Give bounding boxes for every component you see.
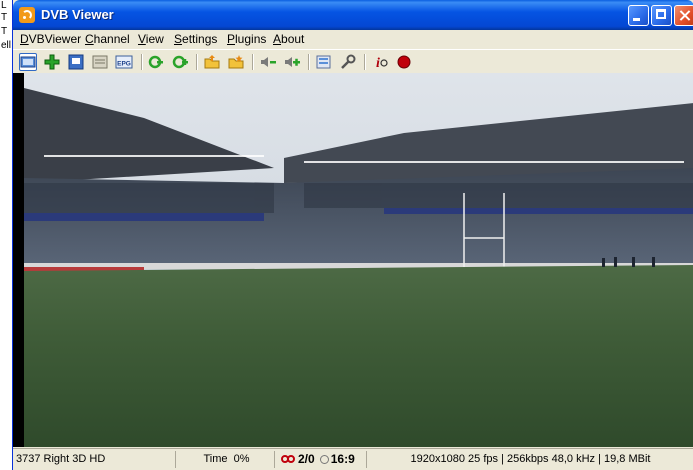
- minimize-button[interactable]: [628, 5, 649, 26]
- menu-bar: DVBViewer Channel View Settings Plugins …: [13, 30, 693, 49]
- recorder-icon[interactable]: [315, 53, 333, 71]
- volume-down-icon[interactable]: [259, 53, 277, 71]
- video-display[interactable]: [24, 73, 693, 447]
- epg-icon[interactable]: EPG: [115, 53, 133, 71]
- menu-channel[interactable]: Channel: [85, 32, 130, 46]
- status-bar: 3737 Right 3D HD Time 0% 2/0 16:9 1920x1…: [13, 448, 693, 470]
- menu-view[interactable]: View: [138, 32, 164, 46]
- teletext-icon[interactable]: [67, 53, 85, 71]
- toolbar-separator: [196, 54, 198, 70]
- toolbar-separator: [252, 54, 254, 70]
- svg-text:i: i: [376, 56, 380, 71]
- channel-name: 3737 Right 3D HD: [16, 451, 176, 468]
- menu-dvbviewer[interactable]: DVBViewer: [20, 32, 81, 46]
- audio-channels-icon: [281, 455, 295, 464]
- time-value: 0%: [233, 453, 250, 465]
- display-icon[interactable]: [19, 53, 37, 71]
- channel-down-icon[interactable]: [147, 53, 165, 71]
- dvbviewer-app-icon[interactable]: [19, 7, 35, 23]
- menu-about[interactable]: About: [273, 32, 304, 46]
- maximize-button[interactable]: [651, 5, 672, 26]
- time-label: Time: [203, 453, 228, 465]
- dvb-viewer-window: DVB Viewer DVBViewer Channel View Settin…: [12, 0, 693, 470]
- menu-settings[interactable]: Settings: [174, 32, 217, 46]
- info-icon[interactable]: i: [371, 53, 389, 71]
- zoom-in-icon[interactable]: [43, 53, 61, 71]
- close-button[interactable]: [674, 5, 693, 26]
- settings-wrench-icon[interactable]: [339, 53, 357, 71]
- aspect-ratio-icon: [319, 455, 329, 464]
- channel-up-icon[interactable]: [171, 53, 189, 71]
- folder-open-icon[interactable]: [203, 53, 221, 71]
- title-bar[interactable]: DVB Viewer: [13, 0, 693, 30]
- osd-icon[interactable]: [91, 53, 109, 71]
- record-icon[interactable]: [395, 53, 413, 71]
- toolbar-separator: [141, 54, 143, 70]
- time-display: Time 0%: [179, 451, 275, 468]
- stadium-video-frame: [24, 73, 693, 447]
- toolbar-separator: [364, 54, 366, 70]
- stream-info: 1920x1080 25 fps | 256kbps 48,0 kHz | 19…: [410, 453, 651, 465]
- volume-up-icon[interactable]: [283, 53, 301, 71]
- aspect-ratio: 16:9: [330, 452, 355, 466]
- audio-tracks: 2/0: [298, 452, 315, 466]
- svg-text:EPG: EPG: [117, 61, 131, 68]
- video-border: [13, 73, 24, 447]
- toolbar-separator: [308, 54, 310, 70]
- toolbar: EPG i: [13, 49, 693, 74]
- favorites-icon[interactable]: [227, 53, 245, 71]
- menu-plugins[interactable]: Plugins: [227, 32, 266, 46]
- audio-aspect-pane[interactable]: 2/0 16:9: [277, 451, 367, 468]
- window-title: DVB Viewer: [41, 7, 114, 22]
